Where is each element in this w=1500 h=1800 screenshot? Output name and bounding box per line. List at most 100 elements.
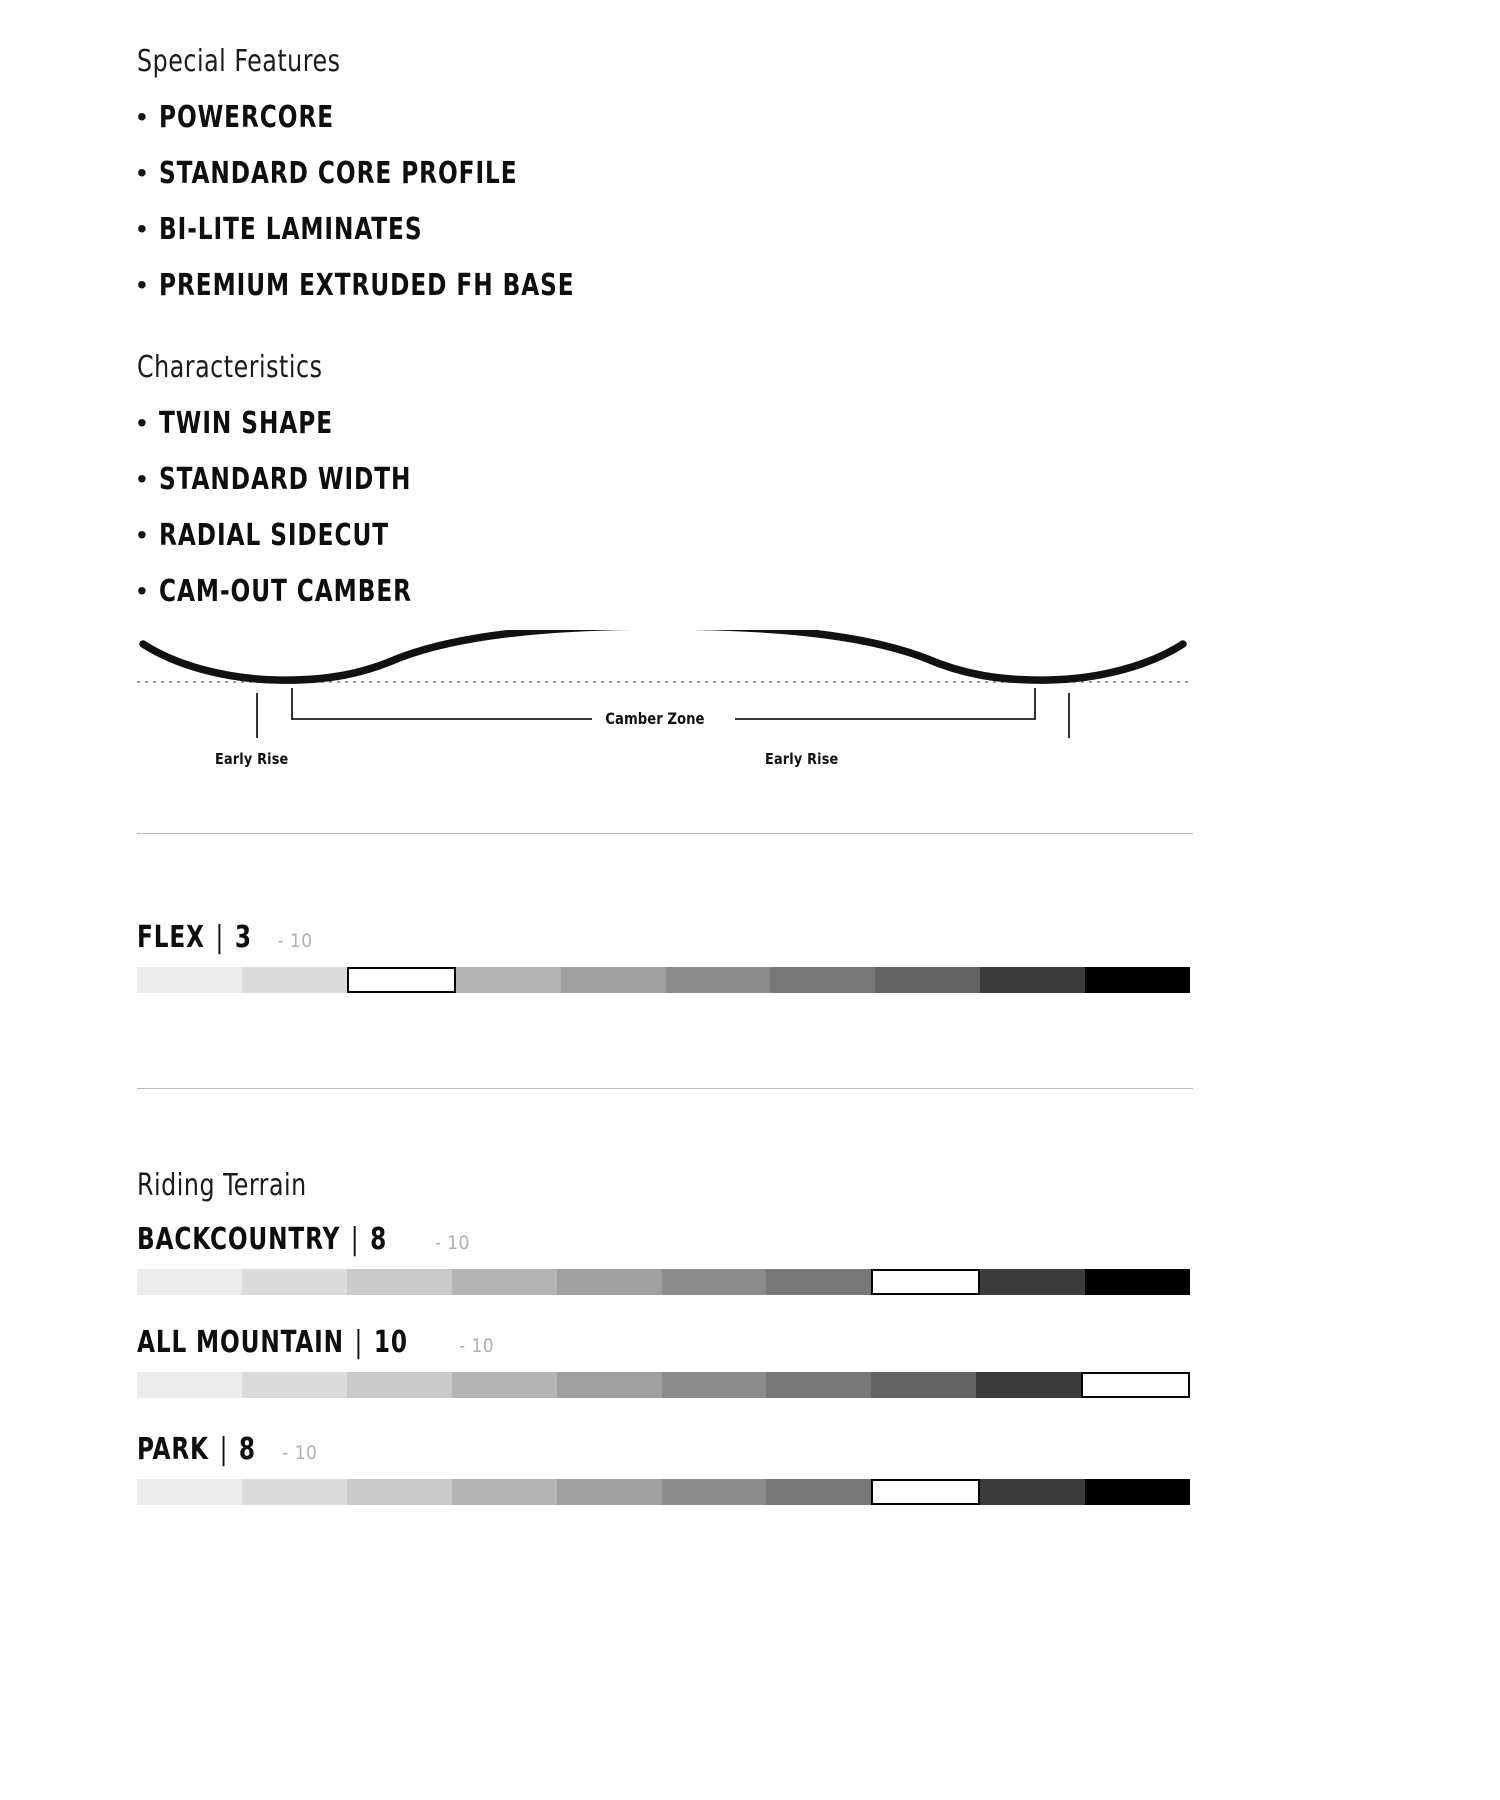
rating-segment[interactable]	[875, 967, 981, 993]
rating-segment[interactable]	[661, 1372, 767, 1398]
rating-segment[interactable]	[1085, 967, 1191, 993]
rating-segment[interactable]	[980, 1269, 1086, 1295]
rating-segment[interactable]	[241, 1479, 347, 1505]
rating-segment[interactable]	[346, 1479, 452, 1505]
early-rise-right-label: Early Rise	[765, 750, 839, 768]
special-feature-label: POWERCORE	[159, 100, 335, 135]
rating-segment[interactable]	[137, 1479, 242, 1505]
special-features-section: Special Features • POWERCORE • STANDARD …	[137, 44, 1190, 303]
list-item: • PREMIUM EXTRUDED FH BASE	[137, 268, 1190, 303]
backcountry-separator: |	[350, 1222, 360, 1257]
rating-segment[interactable]	[346, 967, 456, 993]
park-separator: |	[219, 1432, 229, 1467]
backcountry-rating-bar[interactable]	[137, 1269, 1191, 1295]
all-mountain-name: ALL MOUNTAIN	[137, 1325, 344, 1360]
rating-segment[interactable]	[451, 1269, 557, 1295]
rating-segment[interactable]	[560, 967, 666, 993]
rating-segment[interactable]	[455, 967, 561, 993]
product-spec-page: Special Features • POWERCORE • STANDARD …	[0, 0, 1500, 1800]
rating-segment[interactable]	[346, 1372, 452, 1398]
rating-segment[interactable]	[871, 1479, 981, 1505]
rating-segment[interactable]	[661, 1479, 767, 1505]
characteristic-label: CAM-OUT CAMBER	[159, 574, 413, 609]
park-rating-row: PARK | 8 - 10	[137, 1432, 1191, 1505]
backcountry-name: BACKCOUNTRY	[137, 1222, 341, 1257]
rating-segment[interactable]	[556, 1269, 662, 1295]
characteristic-label: RADIAL SIDECUT	[159, 518, 390, 553]
characteristic-label: STANDARD WIDTH	[159, 462, 412, 497]
list-item: • TWIN SHAPE	[137, 406, 1190, 441]
list-item: • CAM-OUT CAMBER	[137, 574, 1190, 609]
characteristics-heading: Characteristics	[137, 350, 323, 385]
divider-above-riding-terrain	[137, 1088, 1193, 1089]
bullet-icon: •	[137, 101, 147, 132]
rating-segment[interactable]	[451, 1372, 557, 1398]
rating-segment[interactable]	[451, 1479, 557, 1505]
rating-segment[interactable]	[137, 1269, 242, 1295]
bullet-icon: •	[137, 519, 147, 550]
park-max: - 10	[282, 1442, 318, 1464]
all-mountain-value: 10	[373, 1325, 408, 1360]
characteristics-section: Characteristics • TWIN SHAPE • STANDARD …	[137, 350, 1190, 609]
rating-segment[interactable]	[241, 967, 347, 993]
flex-rating-bar[interactable]	[137, 967, 1191, 993]
special-features-heading: Special Features	[137, 44, 341, 79]
rating-segment[interactable]	[980, 1479, 1086, 1505]
rating-segment[interactable]	[980, 967, 1086, 993]
rating-segment[interactable]	[766, 1372, 872, 1398]
riding-terrain-heading: Riding Terrain	[137, 1168, 307, 1203]
rating-segment[interactable]	[137, 967, 242, 993]
list-item: • BI-LITE LAMINATES	[137, 212, 1190, 247]
bullet-icon: •	[137, 575, 147, 606]
camber-profile-diagram: Camber Zone Early Rise Early Rise	[137, 630, 1190, 780]
bullet-icon: •	[137, 213, 147, 244]
list-item: • RADIAL SIDECUT	[137, 518, 1190, 553]
rating-segment[interactable]	[766, 1269, 872, 1295]
bullet-icon: •	[137, 157, 147, 188]
backcountry-max: - 10	[434, 1232, 470, 1254]
backcountry-value: 8	[370, 1222, 388, 1257]
rating-segment[interactable]	[556, 1479, 662, 1505]
list-item: • POWERCORE	[137, 100, 1190, 135]
flex-rating-row: FLEX | 3 - 10	[137, 920, 1191, 993]
flex-name: FLEX	[137, 920, 205, 955]
special-features-list: • POWERCORE • STANDARD CORE PROFILE • BI…	[137, 100, 1190, 303]
backcountry-rating-row: BACKCOUNTRY | 8 - 10	[137, 1222, 1191, 1295]
rating-segment[interactable]	[241, 1372, 347, 1398]
flex-max: - 10	[277, 930, 313, 952]
all-mountain-rating-bar[interactable]	[137, 1372, 1191, 1398]
park-rating-bar[interactable]	[137, 1479, 1191, 1505]
riding-terrain-section: Riding Terrain	[137, 1168, 1190, 1203]
characteristic-label: TWIN SHAPE	[159, 406, 334, 441]
rating-segment[interactable]	[770, 967, 876, 993]
rating-segment[interactable]	[137, 1372, 242, 1398]
camber-zone-label: Camber Zone	[597, 709, 713, 728]
all-mountain-separator: |	[354, 1325, 364, 1360]
flex-separator: |	[215, 920, 225, 955]
rating-segment[interactable]	[1081, 1372, 1191, 1398]
rating-segment[interactable]	[241, 1269, 347, 1295]
rating-segment[interactable]	[661, 1269, 767, 1295]
park-name: PARK	[137, 1432, 209, 1467]
rating-segment[interactable]	[871, 1372, 977, 1398]
special-feature-label: STANDARD CORE PROFILE	[159, 156, 518, 191]
rating-segment[interactable]	[766, 1479, 872, 1505]
all-mountain-rating-label: ALL MOUNTAIN | 10 - 10	[137, 1325, 1190, 1360]
rating-segment[interactable]	[871, 1269, 981, 1295]
rating-segment[interactable]	[665, 967, 771, 993]
list-item: • STANDARD CORE PROFILE	[137, 156, 1190, 191]
all-mountain-max: - 10	[459, 1335, 494, 1357]
rating-segment[interactable]	[1085, 1479, 1191, 1505]
rating-segment[interactable]	[976, 1372, 1082, 1398]
rating-segment[interactable]	[346, 1269, 452, 1295]
rating-segment[interactable]	[1085, 1269, 1191, 1295]
special-feature-label: BI-LITE LAMINATES	[159, 212, 423, 247]
backcountry-rating-label: BACKCOUNTRY | 8 - 10	[137, 1222, 1190, 1257]
bullet-icon: •	[137, 463, 147, 494]
park-value: 8	[238, 1432, 256, 1467]
camber-profile-svg	[137, 630, 1190, 738]
special-feature-label: PREMIUM EXTRUDED FH BASE	[159, 268, 575, 303]
camber-curve	[139, 630, 1187, 684]
list-item: • STANDARD WIDTH	[137, 462, 1190, 497]
rating-segment[interactable]	[556, 1372, 662, 1398]
